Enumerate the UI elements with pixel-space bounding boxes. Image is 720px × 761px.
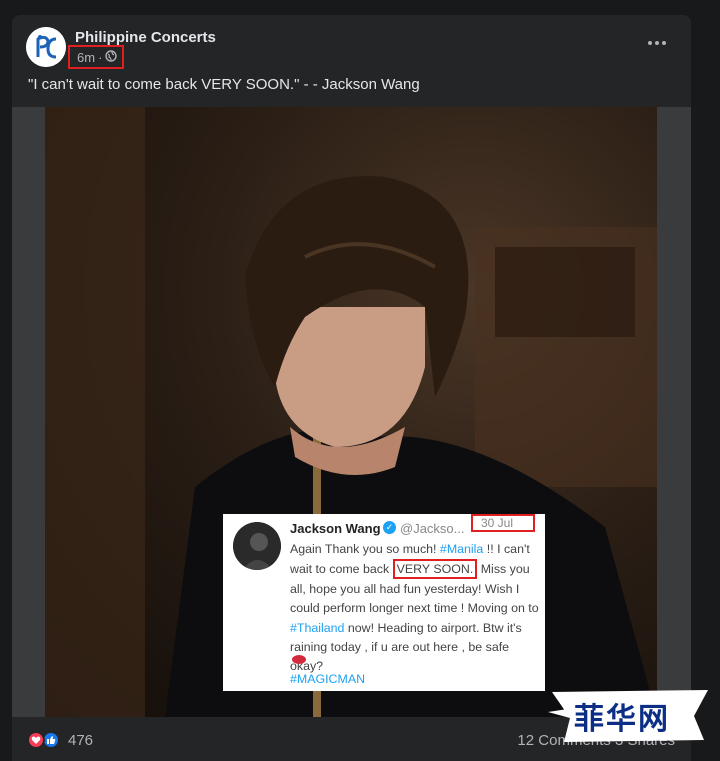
timestamp-box[interactable]: 6m · — [68, 45, 124, 69]
post-media[interactable]: Jackson Wang ✓ @Jackso... 30 Jul Again T… — [12, 107, 691, 717]
tweet-text: Again Thank you so much! #Manila !! I ca… — [290, 540, 542, 677]
page-name[interactable]: Philippine Concerts — [75, 29, 216, 46]
highlight-very-soon: VERY SOON. — [392, 559, 478, 580]
globe-icon — [105, 49, 118, 65]
tweet-date: 30 Jul — [471, 514, 535, 532]
post-photo[interactable]: Jackson Wang ✓ @Jackso... 30 Jul Again T… — [45, 107, 657, 717]
site-watermark: 菲华网 — [544, 682, 710, 746]
meta-separator: · — [98, 49, 103, 65]
post-caption: "I can't wait to come back VERY SOON." -… — [28, 76, 420, 93]
tweet-text-part: Again Thank you so much! — [290, 542, 440, 556]
post-card: Philippine Concerts 6m · "I can't wait t… — [12, 15, 691, 761]
reaction-count[interactable]: 476 — [68, 732, 93, 749]
tweet-handle: @Jackso... — [400, 521, 465, 536]
love-reaction-icon — [27, 731, 45, 749]
page-avatar[interactable] — [26, 27, 66, 67]
hashtag-thailand: #Thailand — [290, 620, 345, 635]
verified-badge-icon: ✓ — [383, 521, 396, 534]
post-timestamp[interactable]: 6m — [77, 50, 95, 65]
hashtag-magicman: #MAGICMAN — [290, 672, 366, 686]
hashtag-manila: #Manila — [439, 542, 484, 556]
tweet-avatar — [233, 522, 281, 570]
watermark-text: 菲华网 — [574, 702, 670, 737]
kiss-emoji-icon — [292, 655, 306, 664]
tweet-card: Jackson Wang ✓ @Jackso... 30 Jul Again T… — [223, 514, 545, 691]
reactions-summary[interactable]: 476 — [27, 731, 93, 749]
tweet-author-name: Jackson Wang — [290, 521, 381, 536]
more-options-icon[interactable] — [643, 33, 671, 53]
